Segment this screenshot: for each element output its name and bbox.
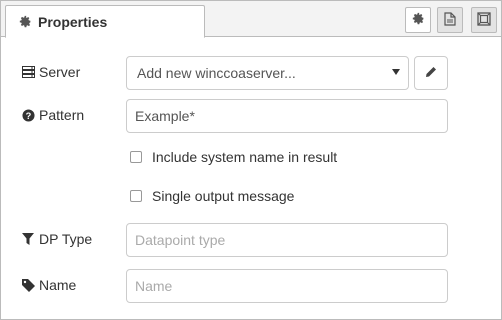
- single-output-label: Single output message: [152, 188, 295, 204]
- node-edit-dialog: Properties Server Add new winccoaserver.…: [0, 0, 502, 320]
- include-system-name-checkbox[interactable]: [130, 151, 142, 163]
- dp-type-label: DP Type: [21, 231, 92, 247]
- include-system-name-label: Include system name in result: [152, 149, 338, 165]
- gear-icon: [412, 12, 425, 28]
- single-output-option[interactable]: Single output message: [130, 188, 294, 204]
- tab-properties-label: Properties: [38, 13, 108, 30]
- edit-server-button[interactable]: [414, 56, 448, 90]
- dp-type-input[interactable]: [126, 223, 448, 257]
- tab-properties[interactable]: Properties: [5, 5, 205, 38]
- chevron-down-icon: [392, 69, 400, 75]
- file-icon: [444, 11, 456, 29]
- pattern-label: ? Pattern: [21, 107, 84, 123]
- question-circle-icon: ?: [21, 108, 35, 122]
- server-select[interactable]: Add new winccoaserver...: [126, 56, 409, 90]
- include-system-name-option[interactable]: Include system name in result: [130, 149, 337, 165]
- name-input[interactable]: [126, 269, 448, 303]
- frame-icon: [477, 11, 491, 29]
- svg-text:?: ?: [25, 111, 31, 121]
- server-select-value: Add new winccoaserver...: [137, 65, 296, 81]
- server-icon: [21, 65, 35, 79]
- server-label: Server: [21, 64, 80, 80]
- name-label: Name: [21, 277, 76, 293]
- gear-icon: [18, 15, 32, 29]
- properties-tab-button[interactable]: [405, 7, 431, 33]
- tag-icon: [21, 278, 35, 292]
- pencil-icon: [425, 65, 437, 81]
- filter-icon: [21, 232, 35, 246]
- appearance-tab-button[interactable]: [471, 7, 497, 33]
- description-tab-button[interactable]: [437, 7, 463, 33]
- single-output-checkbox[interactable]: [130, 190, 142, 202]
- pattern-input[interactable]: [126, 99, 448, 133]
- tab-bar: Properties: [1, 1, 501, 38]
